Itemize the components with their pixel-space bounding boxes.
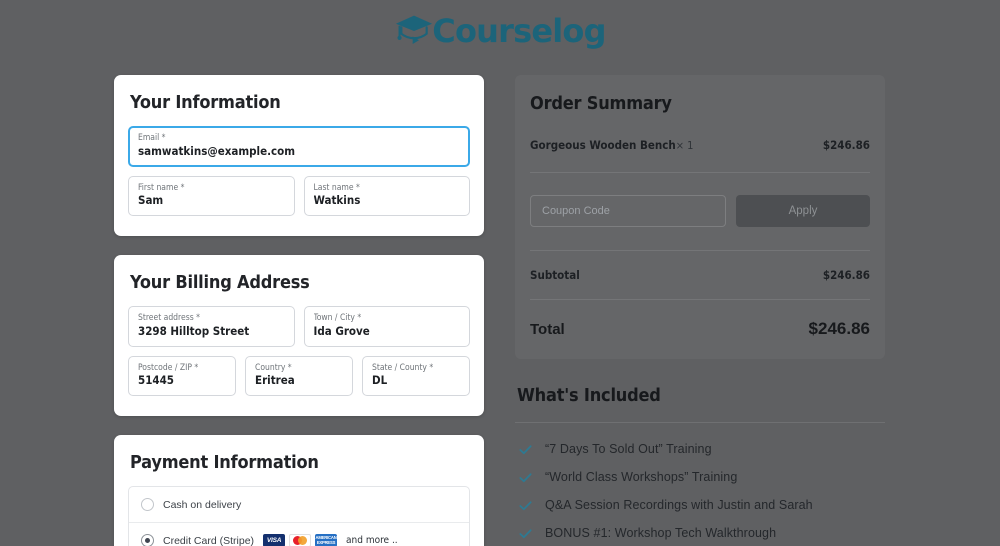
payment-method-cash-label: Cash on delivery [163, 498, 242, 511]
order-line-item: Gorgeous Wooden Bench× 1 $246.86 [530, 136, 870, 173]
country-field[interactable]: Country * Eritrea [245, 355, 353, 397]
check-icon [519, 500, 532, 510]
city-label: Town / City * [313, 313, 362, 324]
mastercard-icon [289, 534, 312, 546]
order-summary-column: Order Summary Gorgeous Wooden Bench× 1 $… [515, 75, 885, 546]
radio-cash-on-delivery[interactable] [141, 498, 154, 512]
included-list-item: “7 Days To Sold Out” Training [515, 435, 885, 463]
checkout-layout: Your Information Email * samwatkins@exam… [0, 62, 1000, 546]
included-list-item: BONUS #1: Workshop Tech Walkthrough [515, 519, 885, 546]
street-address-label: Street address * [138, 313, 200, 324]
city-value: Ida Grove [313, 323, 370, 338]
postcode-value: 51445 [138, 373, 174, 388]
subtotal-label: Subtotal [530, 268, 580, 282]
payment-method-credit-card-label: Credit Card (Stripe) [163, 534, 255, 546]
email-row: Email * samwatkins@example.com [128, 126, 470, 167]
postcode-label: Postcode / ZIP * [138, 362, 199, 373]
billing-address-title: Your Billing Address [130, 272, 310, 294]
country-value: Eritrea [255, 373, 295, 388]
coupon-row: Coupon Code Apply [530, 173, 870, 251]
first-name-field[interactable]: First name * Sam [128, 175, 295, 217]
email-label: Email * [138, 133, 166, 143]
included-item-label: “7 Days To Sold Out” Training [545, 442, 712, 456]
your-information-title: Your Information [130, 92, 281, 113]
email-value: samwatkins@example.com [138, 143, 296, 158]
payment-method-cash-on-delivery[interactable]: Cash on delivery [129, 487, 469, 524]
check-icon [519, 528, 532, 538]
included-item-label: BONUS #1: Workshop Tech Walkthrough [545, 526, 777, 540]
payment-information-title: Payment Information [130, 452, 319, 474]
card-logos: VISA AMERICAN EXPRESS [263, 534, 338, 546]
street-address-field[interactable]: Street address * 3298 Hilltop Street [128, 306, 295, 347]
brand-name: Courselog [432, 12, 606, 50]
total-label: Total [530, 321, 565, 338]
state-label: State / County * [372, 362, 434, 373]
page-header: Courselog [0, 0, 1000, 62]
state-value: DL [372, 373, 388, 388]
coupon-code-input[interactable]: Coupon Code [530, 195, 726, 227]
order-item-name-group: Gorgeous Wooden Bench× 1 [530, 136, 693, 154]
order-summary-panel: Order Summary Gorgeous Wooden Bench× 1 $… [515, 75, 885, 359]
order-item-price: $246.86 [822, 138, 870, 152]
state-field[interactable]: State / County * DL [362, 355, 470, 397]
visa-icon: VISA [263, 534, 286, 546]
included-list-item: Q&A Session Recordings with Justin and S… [515, 491, 885, 519]
check-icon [519, 472, 532, 482]
brand-logo[interactable]: Courselog [394, 12, 607, 50]
included-item-label: Q&A Session Recordings with Justin and S… [545, 498, 813, 512]
whats-included-section: What's Included “7 Days To Sold Out” Tra… [515, 385, 885, 546]
order-item-name: Gorgeous Wooden Bench [530, 138, 676, 152]
included-list-item: “World Class Workshops” Training [515, 463, 885, 491]
payment-information-card: Payment Information Cash on delivery Cre… [114, 435, 484, 546]
apply-coupon-button[interactable]: Apply [736, 195, 870, 227]
payment-methods-box: Cash on delivery Credit Card (Stripe) VI… [128, 486, 470, 546]
name-row: First name * Sam Last name * Watkins [128, 175, 470, 217]
whats-included-title: What's Included [517, 385, 661, 406]
first-name-label: First name * [138, 182, 185, 193]
subtotal-row: Subtotal $246.86 [530, 251, 870, 300]
email-field[interactable]: Email * samwatkins@example.com [128, 126, 470, 167]
payment-method-credit-card[interactable]: Credit Card (Stripe) VISA AMERICAN EXPRE… [129, 523, 469, 546]
billing-address-card: Your Billing Address Street address * 32… [114, 255, 484, 417]
last-name-value: Watkins [313, 193, 361, 208]
and-more-label: and more .. [346, 535, 398, 546]
radio-credit-card[interactable] [141, 534, 154, 546]
total-value: $246.86 [808, 319, 870, 338]
subtotal-value: $246.86 [822, 268, 870, 282]
checkout-form-column: Your Information Email * samwatkins@exam… [114, 75, 484, 546]
included-item-label: “World Class Workshops” Training [545, 470, 738, 484]
check-icon [519, 444, 532, 454]
first-name-value: Sam [138, 193, 164, 208]
city-field[interactable]: Town / City * Ida Grove [303, 306, 470, 347]
order-summary-title: Order Summary [530, 93, 672, 114]
last-name-field[interactable]: Last name * Watkins [303, 175, 470, 217]
street-address-value: 3298 Hilltop Street [138, 323, 250, 338]
graduation-cap-play-icon [396, 15, 433, 45]
your-information-card: Your Information Email * samwatkins@exam… [114, 75, 484, 237]
last-name-label: Last name * [313, 182, 360, 193]
total-row: Total $246.86 [530, 300, 870, 339]
whats-included-divider [515, 422, 885, 423]
order-item-quantity: × 1 [675, 139, 694, 152]
postcode-country-state-row: Postcode / ZIP * 51445 Country * Eritrea… [128, 355, 470, 397]
country-label: Country * [255, 362, 292, 373]
amex-icon: AMERICAN EXPRESS [315, 534, 338, 546]
postcode-field[interactable]: Postcode / ZIP * 51445 [128, 355, 236, 397]
street-city-row: Street address * 3298 Hilltop Street Tow… [128, 306, 470, 347]
